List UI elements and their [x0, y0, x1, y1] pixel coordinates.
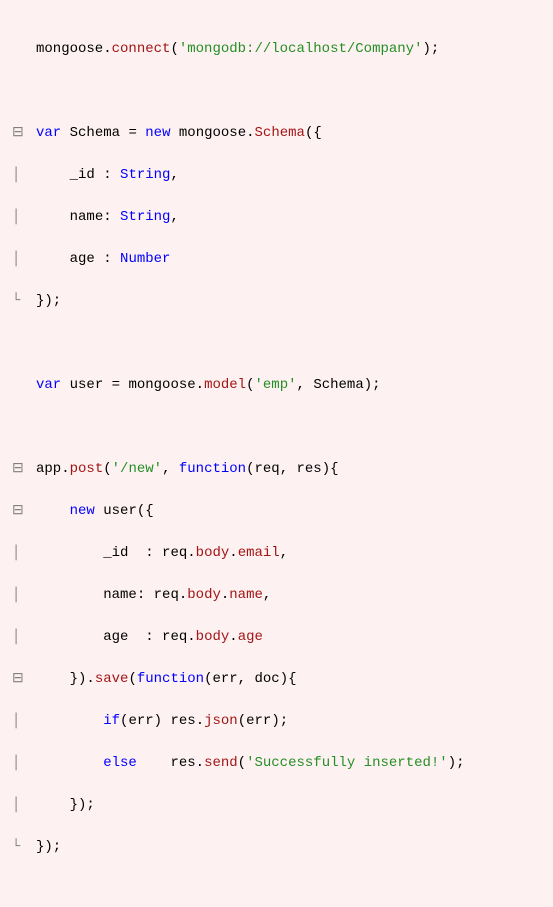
token: age — [103, 629, 128, 645]
token: req — [154, 587, 179, 603]
token: res — [170, 713, 195, 729]
token: mongoose — [128, 377, 195, 393]
token: user — [70, 377, 104, 393]
token: Schema — [313, 377, 363, 393]
code-line: │ name: String, — [12, 207, 541, 228]
token: String — [120, 167, 170, 183]
token: name — [70, 209, 104, 225]
code-line: │ _id : String, — [12, 165, 541, 186]
token: '/new' — [112, 461, 162, 477]
code-line: var user = mongoose.model('emp', Schema)… — [12, 375, 541, 396]
token: mongoose — [179, 125, 246, 141]
token: connect — [112, 41, 171, 57]
token: else — [103, 755, 137, 771]
token: user — [103, 503, 137, 519]
token: var — [36, 377, 61, 393]
token: Schema — [255, 125, 305, 141]
token: body — [196, 629, 230, 645]
token: body — [196, 545, 230, 561]
code-line: │ age : req.body.age — [12, 627, 541, 648]
token: body — [187, 587, 221, 603]
token: _id — [103, 545, 128, 561]
code-line: └ }); — [12, 291, 541, 312]
token: new — [70, 503, 95, 519]
token: Schema — [70, 125, 120, 141]
token: new — [145, 125, 170, 141]
token: save — [95, 671, 129, 687]
code-line — [12, 81, 541, 102]
token: if — [103, 713, 120, 729]
token: String — [120, 209, 170, 225]
token: var — [36, 125, 61, 141]
token: email — [238, 545, 280, 561]
code-line: ⊟ }).save(function(err, doc){ — [12, 669, 541, 690]
token: post — [70, 461, 104, 477]
token: req — [162, 545, 187, 561]
code-line: │ _id : req.body.email, — [12, 543, 541, 564]
code-line: ⊟ new user({ — [12, 501, 541, 522]
token: age — [238, 629, 263, 645]
code-line: mongoose.connect('mongodb://localhost/Co… — [12, 39, 541, 60]
token: json — [204, 713, 238, 729]
token: model — [204, 377, 246, 393]
code-line: │ age : Number — [12, 249, 541, 270]
token: err — [246, 713, 271, 729]
token: req, res — [255, 461, 322, 477]
code-line: ⊟ app.post('/new', function(req, res){ — [12, 459, 541, 480]
token: 'emp' — [255, 377, 297, 393]
token: 'mongodb://localhost/Company' — [179, 41, 423, 57]
token: err, doc — [212, 671, 279, 687]
token: 'Successfully inserted!' — [246, 755, 448, 771]
token: err — [128, 713, 153, 729]
token: age — [70, 251, 95, 267]
code-line: └ }); — [12, 837, 541, 858]
token: function — [179, 461, 246, 477]
token: Number — [120, 251, 170, 267]
token: function — [137, 671, 204, 687]
token: send — [204, 755, 238, 771]
code-line: │ if(err) res.json(err); — [12, 711, 541, 732]
token: req — [162, 629, 187, 645]
token: _id — [70, 167, 95, 183]
code-line: │ name: req.body.name, — [12, 585, 541, 606]
code-line: ⊟ var Schema = new mongoose.Schema({ — [12, 123, 541, 144]
token: name — [229, 587, 263, 603]
code-block: mongoose.connect('mongodb://localhost/Co… — [0, 0, 553, 907]
code-line: │ }); — [12, 795, 541, 816]
token: app — [36, 461, 61, 477]
code-line: │ else res.send('Successfully inserted!'… — [12, 753, 541, 774]
code-line — [12, 417, 541, 438]
token: name — [103, 587, 137, 603]
code-line — [12, 333, 541, 354]
token: res — [170, 755, 195, 771]
token: mongoose — [36, 41, 103, 57]
